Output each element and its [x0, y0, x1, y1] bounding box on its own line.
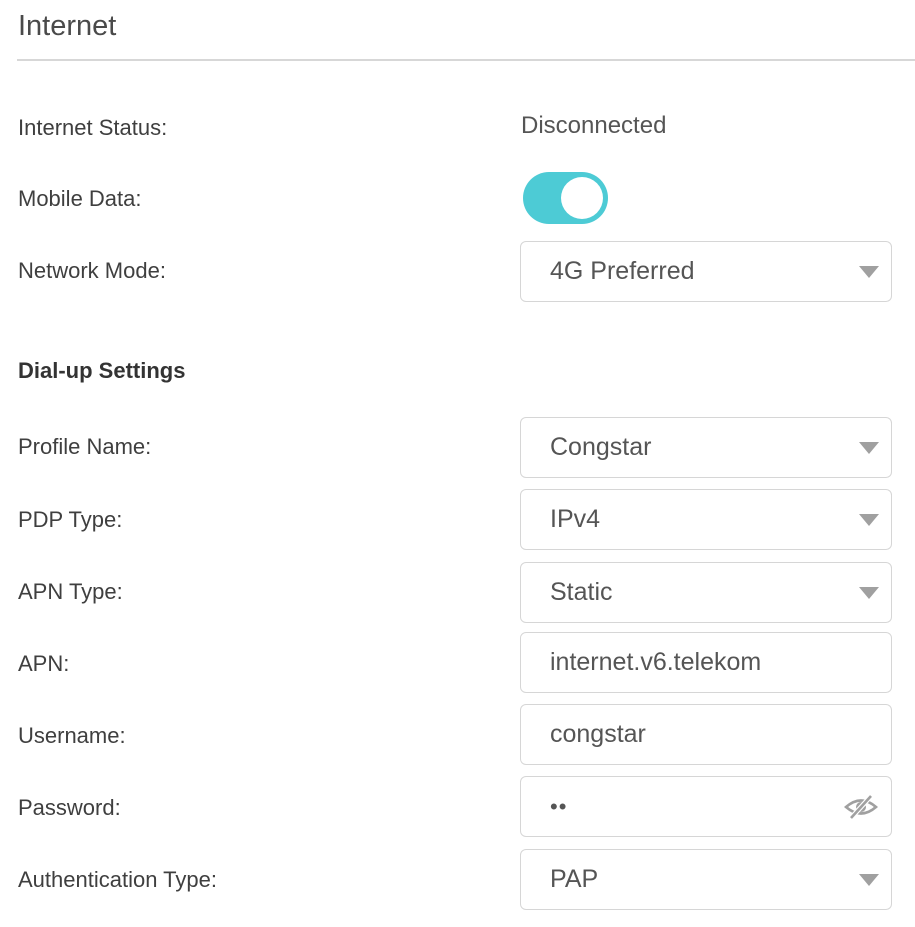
mobile-data-label: Mobile Data:: [18, 186, 142, 211]
password-label: Password:: [18, 795, 121, 820]
chevron-down-icon: [859, 266, 879, 278]
mobile-data-toggle[interactable]: [523, 172, 608, 224]
apn-type-value: Static: [550, 578, 613, 606]
auth-type-select[interactable]: PAP: [520, 849, 892, 910]
network-mode-value: 4G Preferred: [550, 257, 695, 285]
chevron-down-icon: [859, 874, 879, 886]
password-input[interactable]: ••: [520, 776, 892, 837]
profile-name-select[interactable]: Congstar: [520, 417, 892, 478]
apn-type-select[interactable]: Static: [520, 562, 892, 623]
username-input[interactable]: congstar: [520, 704, 892, 765]
pdp-type-value: IPv4: [550, 505, 601, 533]
network-mode-select[interactable]: 4G Preferred: [520, 241, 892, 302]
apn-type-label: APN Type:: [18, 579, 123, 604]
pdp-type-select[interactable]: IPv4: [520, 489, 892, 550]
username-value: congstar: [550, 720, 646, 748]
chevron-down-icon: [859, 442, 879, 454]
username-label: Username:: [18, 723, 126, 748]
dialup-section-title: Dial-up Settings: [18, 358, 186, 383]
profile-name-label: Profile Name:: [18, 434, 152, 459]
toggle-knob: [561, 177, 603, 219]
password-value: ••: [550, 793, 568, 819]
chevron-down-icon: [859, 514, 879, 526]
eye-slash-icon[interactable]: [844, 794, 878, 820]
apn-value: internet.v6.telekom: [550, 648, 762, 676]
apn-label: APN:: [18, 651, 70, 676]
internet-status-label: Internet Status:: [18, 115, 168, 140]
apn-input[interactable]: internet.v6.telekom: [520, 632, 892, 693]
auth-type-label: Authentication Type:: [18, 867, 217, 892]
title-divider: [17, 59, 915, 61]
profile-name-value: Congstar: [550, 433, 652, 461]
auth-type-value: PAP: [550, 865, 599, 893]
pdp-type-label: PDP Type:: [18, 507, 123, 532]
network-mode-label: Network Mode:: [18, 258, 166, 283]
internet-settings-page: Internet Internet Status: Disconnected M…: [0, 0, 915, 927]
chevron-down-icon: [859, 587, 879, 599]
internet-status-value: Disconnected: [521, 112, 667, 139]
page-title: Internet: [18, 10, 117, 42]
